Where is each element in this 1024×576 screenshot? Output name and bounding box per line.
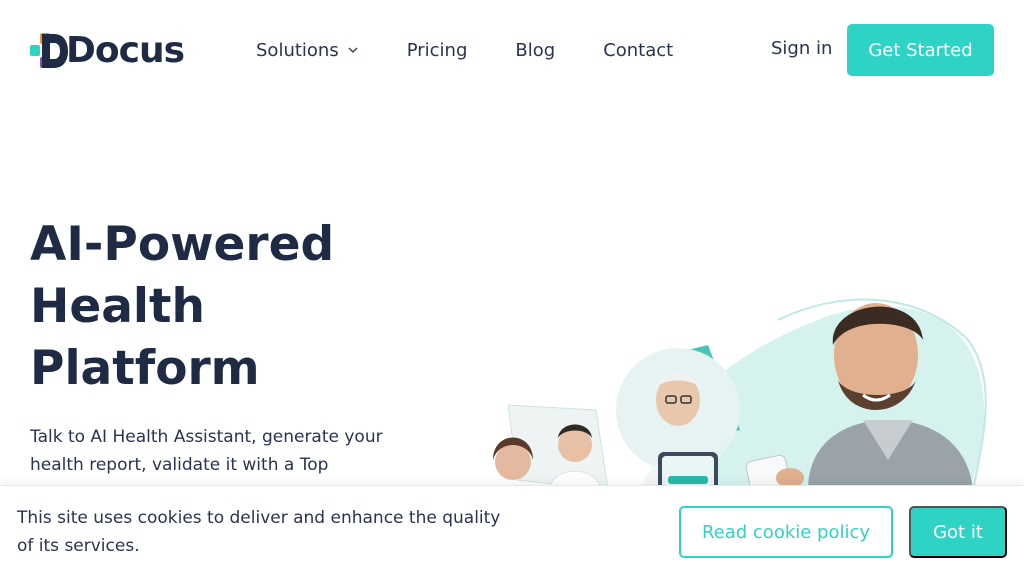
- nav-contact[interactable]: Contact: [603, 40, 673, 61]
- cookie-banner: This site uses cookies to deliver and en…: [0, 485, 1024, 576]
- nav-solutions[interactable]: Solutions: [256, 40, 359, 61]
- read-cookie-policy-button[interactable]: Read cookie policy: [679, 506, 893, 558]
- nav-blog[interactable]: Blog: [515, 40, 555, 61]
- hero-illustration: [493, 298, 987, 490]
- logo-mark-icon: [30, 33, 68, 68]
- logo-text: Docus: [66, 30, 185, 71]
- hero-title: AI-Powered Health Platform: [30, 217, 335, 396]
- main-nav: Solutions Pricing Blog Contact: [256, 38, 673, 62]
- sign-in-link[interactable]: Sign in: [771, 38, 832, 59]
- docus-logo[interactable]: Docus: [30, 30, 185, 71]
- get-started-button[interactable]: Get Started: [847, 24, 994, 76]
- nav-pricing[interactable]: Pricing: [407, 40, 468, 61]
- hero-subtitle: Talk to AI Health Assistant, generate yo…: [30, 427, 383, 475]
- cookie-message: This site uses cookies to deliver and en…: [17, 508, 501, 556]
- accept-cookies-button[interactable]: Got it: [909, 506, 1007, 558]
- site-header: Docus Solutions Pricing Blog Contact Sig…: [0, 0, 1024, 100]
- nav-solutions-label: Solutions: [256, 39, 339, 61]
- chevron-down-icon: [348, 47, 358, 53]
